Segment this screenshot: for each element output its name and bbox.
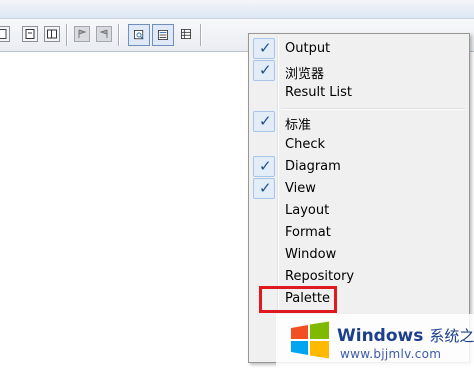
windows-logo-icon [291, 321, 329, 359]
flag-icon[interactable] [74, 26, 90, 42]
menu-item-label: Format [285, 225, 331, 240]
watermark-title: Windows 系统之家 [337, 325, 474, 346]
menu-item-browser[interactable]: ✓ 浏览器 [251, 60, 467, 82]
menu-item-result-list[interactable]: Result List [251, 82, 467, 104]
toolbar-separator [66, 24, 67, 46]
page-icon[interactable] [0, 26, 10, 42]
watermark-subtitle: 系统之家 [429, 327, 474, 345]
search-window-icon[interactable] [128, 24, 150, 46]
checkmark-icon: ✓ [253, 60, 275, 81]
menu-item-label: Window [285, 247, 337, 262]
list-window-icon[interactable] [152, 24, 174, 46]
menu-item-label: Check [285, 137, 325, 152]
page-icon[interactable] [22, 26, 38, 42]
menu-item-label: Diagram [285, 159, 341, 174]
menu-separator [281, 108, 465, 109]
menu-item-view[interactable]: ✓ View [251, 178, 467, 200]
menu-item-label: Layout [285, 203, 330, 218]
checkmark-icon: ✓ [253, 156, 275, 177]
double-page-icon[interactable] [44, 26, 60, 42]
checkmark-icon: ✓ [253, 38, 275, 59]
menu-item-repository[interactable]: Repository [251, 266, 467, 288]
checkmark-icon: ✓ [253, 111, 275, 132]
menu-item-layout[interactable]: Layout [251, 200, 467, 222]
watermark-url: www.bjjmlv.com [340, 347, 442, 361]
menu-item-label: Repository [285, 269, 355, 284]
menu-item-label: 浏览器 [285, 67, 325, 82]
table-icon[interactable] [178, 26, 194, 42]
toolbar-separator [118, 24, 119, 46]
menu-item-window[interactable]: Window [251, 244, 467, 266]
watermark-title-text: Windows [337, 326, 424, 346]
window-title-strip [0, 0, 474, 19]
flag-icon[interactable] [96, 26, 112, 42]
menu-item-label: Result List [285, 85, 353, 100]
menu-item-label: Output [285, 41, 331, 56]
menu-item-standard[interactable]: ✓ 标准 [251, 111, 467, 133]
menu-item-label: View [285, 181, 316, 196]
menu-item-check[interactable]: Check [251, 134, 467, 156]
menu-item-label: 标准 [285, 118, 312, 133]
menu-item-format[interactable]: Format [251, 222, 467, 244]
menu-item-diagram[interactable]: ✓ Diagram [251, 156, 467, 178]
menu-item-output[interactable]: ✓ Output [251, 38, 467, 60]
highlight-box [259, 286, 337, 313]
checkmark-icon: ✓ [253, 178, 275, 199]
toolbar-separator [200, 24, 201, 46]
